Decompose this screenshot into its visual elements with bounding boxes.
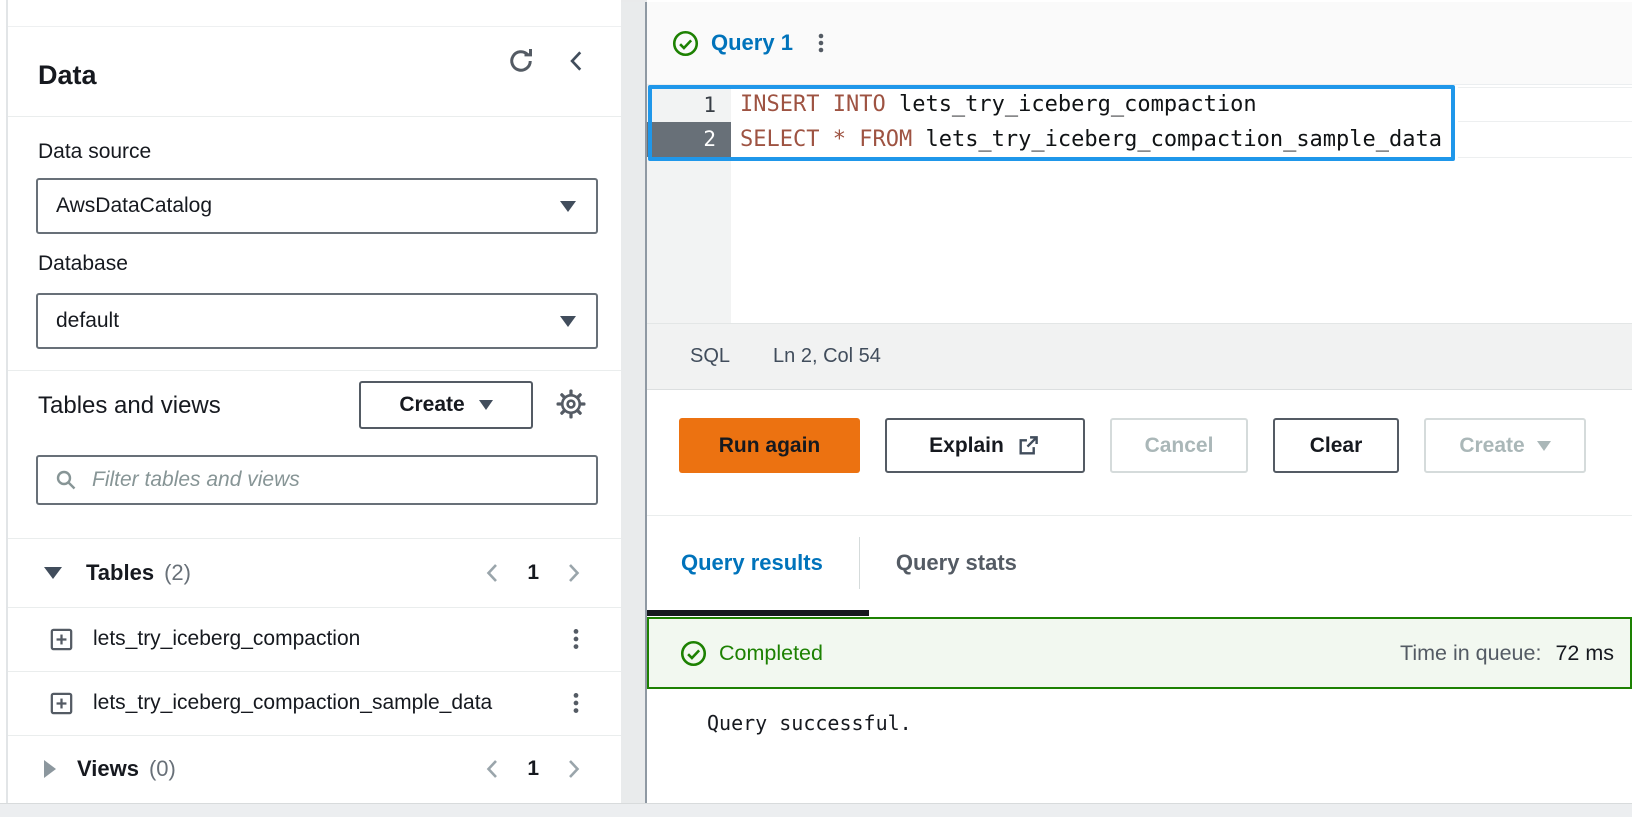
search-icon	[54, 468, 78, 492]
cancel-label: Cancel	[1145, 434, 1214, 458]
query-tab-title[interactable]: Query 1	[711, 30, 793, 56]
create-table-button[interactable]: Create	[359, 381, 533, 429]
tables-count: (2)	[164, 560, 191, 586]
tables-and-views-title: Tables and views	[38, 392, 221, 420]
database-value: default	[56, 309, 560, 333]
panel-top-hairline	[8, 26, 621, 27]
tables-next-page-button[interactable]	[561, 561, 585, 585]
explain-label: Explain	[929, 434, 1004, 458]
time-in-queue-value: 72 ms	[1555, 641, 1614, 666]
clear-label: Clear	[1310, 434, 1363, 458]
tables-section-label: Tables	[86, 560, 154, 586]
chevron-left-icon	[481, 561, 505, 585]
tables-prev-page-button[interactable]	[481, 561, 505, 585]
kebab-menu-icon	[563, 626, 589, 652]
run-again-label: Run again	[719, 434, 821, 458]
views-prev-page-button[interactable]	[481, 757, 505, 781]
views-page-number: 1	[527, 757, 539, 781]
caret-right-icon	[44, 760, 56, 778]
explain-button[interactable]: Explain	[885, 418, 1085, 473]
page-left-edge	[0, 0, 8, 803]
table-actions-button[interactable]	[561, 688, 591, 718]
kebab-menu-icon	[563, 690, 589, 716]
database-label: Database	[38, 252, 128, 276]
data-panel: Data Data source AwsDataCatalog Database	[8, 0, 621, 803]
section-divider	[8, 370, 621, 371]
table-name: lets_try_iceberg_compaction_sample_data	[93, 691, 492, 715]
external-link-icon	[1016, 433, 1041, 458]
chevron-left-icon	[564, 48, 590, 74]
status-completed-label: Completed	[719, 641, 823, 666]
query-status-banner: Completed Time in queue: 72 ms	[647, 617, 1632, 689]
chevron-down-icon	[1537, 441, 1551, 451]
filter-tables-search	[36, 455, 598, 505]
tables-section-header[interactable]: Tables (2) 1	[8, 538, 621, 607]
check-circle-icon	[680, 640, 707, 667]
gear-icon	[556, 389, 586, 419]
query-actions: Run again Explain Cancel Clear Cr	[647, 418, 1632, 473]
data-panel-title: Data	[38, 60, 97, 91]
chevron-left-icon	[481, 757, 505, 781]
filter-tables-input[interactable]	[90, 467, 582, 493]
tab-query-results[interactable]: Query results	[681, 550, 823, 576]
header-divider	[8, 116, 621, 117]
table-settings-button[interactable]	[556, 389, 586, 419]
results-tabs: Query results Query stats	[647, 516, 1632, 610]
table-actions-button[interactable]	[561, 624, 591, 654]
refresh-button[interactable]	[506, 46, 536, 76]
chevron-down-icon	[560, 316, 576, 327]
tab-query-stats[interactable]: Query stats	[896, 550, 1017, 576]
editor-status-bar: SQL Ln 2, Col 54	[647, 323, 1632, 390]
tab-separator	[859, 537, 860, 589]
row-extension-line	[1458, 87, 1632, 88]
cancel-button: Cancel	[1110, 418, 1248, 473]
table-row[interactable]: lets_try_iceberg_compaction_sample_data	[8, 671, 621, 735]
row-extension-line	[1458, 121, 1632, 122]
time-in-queue-label: Time in queue:	[1400, 641, 1541, 666]
views-count: (0)	[149, 756, 176, 782]
chevron-right-icon	[561, 757, 585, 781]
views-section-label: Views	[77, 756, 139, 782]
chevron-down-icon	[560, 201, 576, 212]
row-extension-line	[1458, 157, 1632, 158]
kebab-menu-icon	[809, 31, 833, 55]
query-panel: Query 1 1 2 INSERT INTO lets_try_iceberg…	[647, 0, 1632, 803]
database-select[interactable]: default	[36, 293, 598, 349]
query-tab-bar: Query 1	[647, 2, 1632, 85]
cursor-position: Ln 2, Col 54	[773, 345, 881, 368]
collapse-panel-button[interactable]	[564, 48, 590, 74]
query-output-text: Query successful.	[707, 711, 912, 735]
create-label: Create	[1459, 434, 1524, 458]
active-tab-underline	[647, 610, 869, 616]
views-section-header[interactable]: Views (0) 1	[8, 735, 621, 803]
views-next-page-button[interactable]	[561, 757, 585, 781]
bottom-strip	[0, 803, 1632, 817]
table-row[interactable]: lets_try_iceberg_compaction	[8, 607, 621, 671]
tables-page-number: 1	[527, 561, 539, 585]
chevron-down-icon	[479, 400, 493, 410]
expand-plus-icon	[48, 626, 75, 653]
statement-selection-box	[648, 85, 1455, 161]
chevron-right-icon	[561, 561, 585, 585]
data-source-value: AwsDataCatalog	[56, 194, 560, 218]
run-again-button[interactable]: Run again	[679, 418, 860, 473]
data-source-select[interactable]: AwsDataCatalog	[36, 178, 598, 234]
query-tab-menu-button[interactable]	[807, 29, 835, 57]
expand-table-button[interactable]	[48, 690, 75, 717]
athena-query-editor: Data Data source AwsDataCatalog Database	[0, 0, 1632, 817]
data-source-label: Data source	[38, 140, 151, 164]
language-mode: SQL	[690, 345, 730, 368]
check-circle-icon	[672, 30, 699, 57]
create-button-label: Create	[399, 393, 464, 417]
panel-split-divider[interactable]	[621, 0, 647, 803]
sql-editor[interactable]: 1 2 INSERT INTO lets_try_iceberg_compact…	[647, 85, 1632, 323]
refresh-icon	[506, 46, 536, 76]
table-name: lets_try_iceberg_compaction	[93, 627, 360, 651]
create-dropdown-button: Create	[1424, 418, 1586, 473]
clear-button[interactable]: Clear	[1273, 418, 1399, 473]
caret-down-icon	[44, 567, 62, 579]
expand-table-button[interactable]	[48, 626, 75, 653]
expand-plus-icon	[48, 690, 75, 717]
